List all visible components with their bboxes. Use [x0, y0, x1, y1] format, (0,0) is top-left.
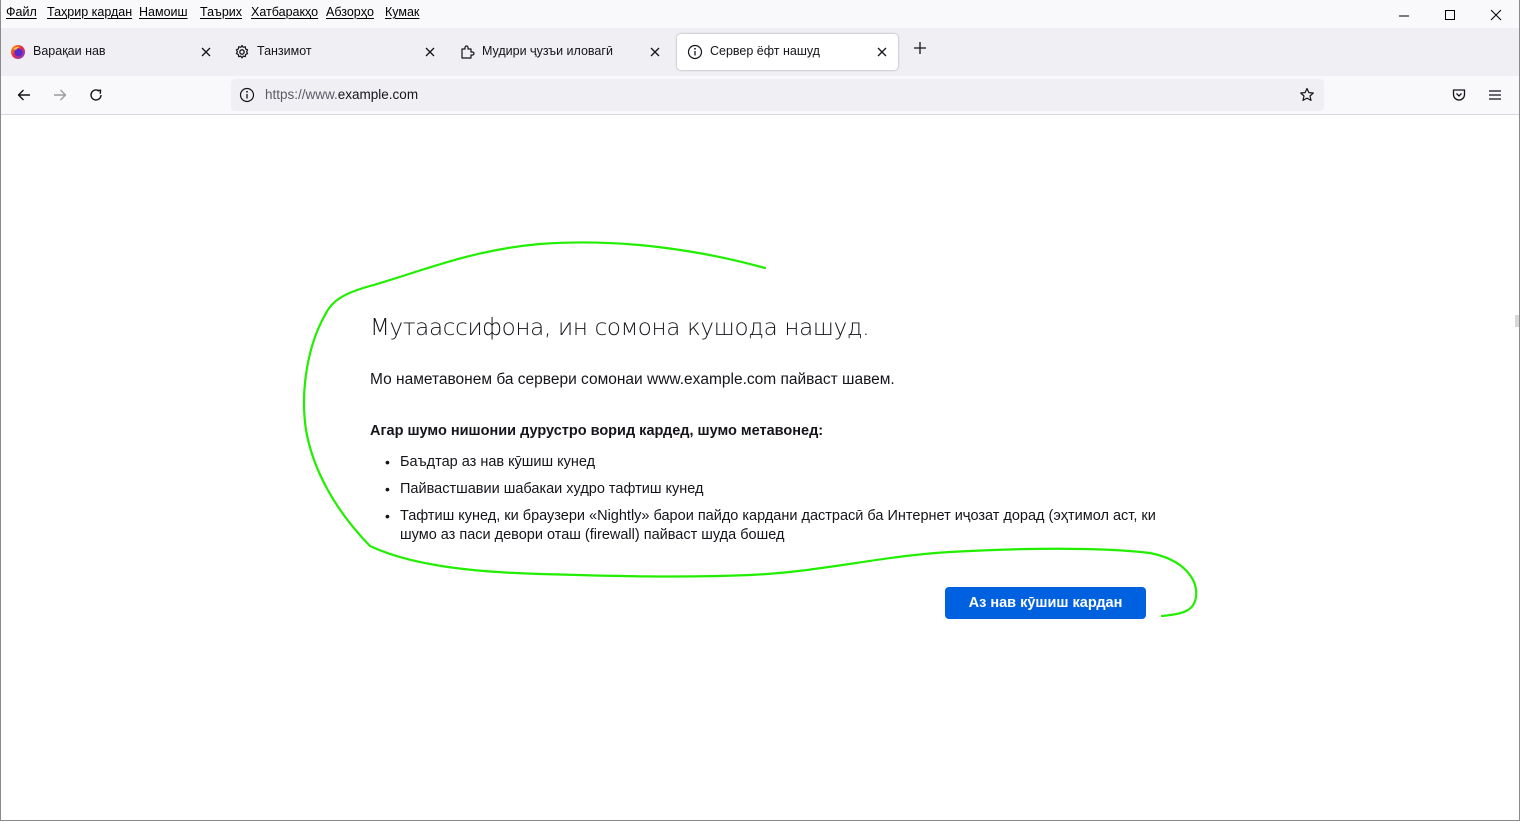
tab-close-button[interactable]	[645, 42, 665, 62]
menu-tools[interactable]: Абзорҳо	[326, 5, 374, 19]
menu-help[interactable]: Кумак	[385, 5, 419, 19]
tab-title: Мудири ҷузъи иловагӣ	[482, 44, 613, 58]
url-text[interactable]: https://www.example.com	[265, 87, 418, 102]
tab-strip: Варақаи нав Танзимот Мудири ҷузъи иловаг…	[0, 28, 1520, 76]
try-again-button[interactable]: Аз нав кӯшиш кардан	[945, 587, 1146, 619]
reload-button[interactable]	[83, 82, 109, 108]
page-content: Мутаассифона, ин сомона кушода нашуд. Мо…	[0, 115, 1520, 822]
site-info-icon[interactable]	[239, 87, 255, 103]
back-button[interactable]	[11, 82, 37, 108]
close-icon	[425, 47, 435, 57]
maximize-button[interactable]	[1427, 2, 1473, 28]
suggestions-heading: Агар шумо нишонии дурустро ворид кардед,…	[370, 423, 824, 439]
scrollbar-indicator	[1515, 315, 1519, 327]
tab-addons-manager[interactable]: Мудири ҷузъи иловагӣ	[449, 34, 671, 70]
tab-close-button[interactable]	[420, 42, 440, 62]
tab-server-not-found[interactable]: Сервер ёфт нашуд	[677, 34, 898, 70]
minimize-button[interactable]	[1381, 2, 1427, 28]
list-item: Баъдтар аз нав кӯшиш кунед	[385, 453, 1180, 472]
new-tab-button[interactable]	[908, 36, 932, 60]
tab-title: Варақаи нав	[33, 44, 106, 58]
reload-icon	[90, 89, 102, 101]
suggestions-list: Баъдтар аз нав кӯшиш кунед Пайвастшавии …	[370, 453, 1180, 553]
bookmark-star-button[interactable]	[1296, 84, 1318, 106]
error-description: Мо наметавонем ба сервери сомонаи www.ex…	[370, 371, 895, 388]
info-icon	[687, 44, 703, 60]
hamburger-menu-icon	[1489, 90, 1501, 100]
url-bar[interactable]: https://www.example.com	[231, 79, 1324, 111]
gear-icon	[234, 44, 250, 60]
url-scheme: https://www.	[265, 87, 338, 102]
menu-file[interactable]: Файл	[6, 5, 37, 19]
nav-bar: https://www.example.com	[0, 76, 1520, 115]
list-item: Тафтиш кунед, ки браузери «Nightly» баро…	[385, 507, 1180, 545]
pocket-button[interactable]	[1446, 82, 1472, 108]
list-item: Пайвастшавии шабакаи худро тафтиш кунед	[385, 480, 1180, 499]
tab-close-button[interactable]	[196, 42, 216, 62]
close-icon	[877, 47, 887, 57]
close-icon	[650, 47, 660, 57]
pocket-icon	[1452, 89, 1466, 101]
tab-title: Сервер ёфт нашуд	[710, 44, 820, 58]
arrow-right-icon	[54, 89, 67, 101]
tab-settings[interactable]: Танзимот	[224, 34, 446, 70]
error-title: Мутаассифона, ин сомона кушода нашуд.	[370, 315, 870, 341]
menu-bookmarks[interactable]: Хатбаракҳо	[251, 5, 318, 19]
tab-close-button[interactable]	[872, 42, 892, 62]
puzzle-icon	[459, 44, 475, 60]
forward-button[interactable]	[47, 82, 73, 108]
tab-new-tab[interactable]: Варақаи нав	[0, 34, 222, 70]
firefox-icon	[10, 44, 26, 60]
maximize-icon	[1445, 10, 1455, 20]
menu-history[interactable]: Таърих	[200, 5, 242, 19]
close-icon	[201, 47, 211, 57]
tab-title: Танзимот	[257, 44, 312, 58]
url-host: example.com	[337, 87, 419, 102]
app-menu-button[interactable]	[1482, 82, 1508, 108]
arrow-left-icon	[17, 89, 30, 101]
close-icon	[1490, 9, 1502, 21]
plus-icon	[914, 42, 926, 54]
menu-view[interactable]: Намоиш	[139, 5, 188, 19]
close-window-button[interactable]	[1473, 2, 1519, 28]
minimize-icon	[1399, 15, 1409, 17]
star-icon	[1300, 87, 1314, 101]
menu-bar: Файл Таҳрир кардан Намоиш Таърих Хатбара…	[0, 0, 1520, 28]
menu-edit[interactable]: Таҳрир кардан	[47, 5, 132, 19]
